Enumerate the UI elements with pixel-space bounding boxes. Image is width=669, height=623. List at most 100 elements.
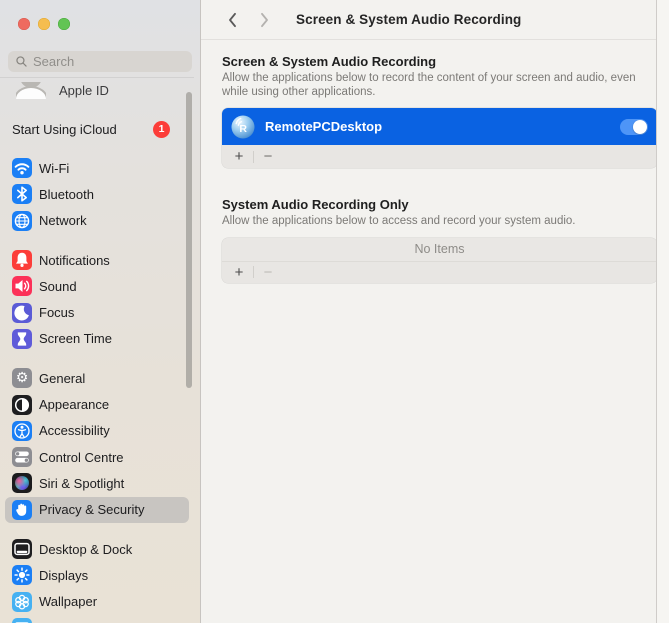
bell-icon [12, 250, 32, 270]
sidebar-item-label: Desktop & Dock [39, 542, 132, 557]
remove-app-button: − [257, 261, 279, 283]
hourglass-icon [12, 329, 32, 349]
wifi-icon [12, 158, 32, 178]
sidebar-item-label: Appearance [39, 397, 109, 412]
navigation-header: Screen & System Audio Recording [201, 0, 656, 40]
add-app-button[interactable]: + [228, 145, 250, 168]
notification-badge: 1 [153, 121, 170, 138]
sidebar-item-screen-time[interactable]: Screen Time [5, 326, 189, 352]
toggles-icon [12, 447, 32, 467]
globe-icon [12, 211, 32, 231]
search-input[interactable]: Search [8, 51, 192, 72]
empty-state-row: No Items [222, 238, 657, 262]
gear-icon: ⚙ [12, 368, 32, 388]
sidebar-item-general[interactable]: ⚙ General [5, 365, 189, 391]
screen-recording-toggle[interactable] [620, 119, 648, 135]
sidebar-item-accessibility[interactable]: Accessibility [5, 418, 189, 444]
section-system-audio: System Audio Recording Only Allow the ap… [222, 197, 656, 283]
search-placeholder: Search [33, 54, 74, 69]
dock-icon [12, 539, 32, 559]
sidebar-item-label: Network [39, 213, 87, 228]
sidebar-group: Desktop & Dock Displays Wallpaper Screen Sa… [0, 536, 194, 623]
sidebar-item-bluetooth[interactable]: Bluetooth [5, 181, 189, 207]
search-icon [15, 55, 28, 68]
minimize-window-button[interactable] [38, 18, 50, 30]
sidebar-item-focus[interactable]: Focus [5, 299, 189, 325]
sidebar-item-label: Sound [39, 279, 77, 294]
avatar [16, 82, 46, 99]
sidebar-item-label: Notifications [39, 253, 110, 268]
remotepcdesktop-app-icon: R [230, 114, 256, 140]
section-description: Allow the applications below to access a… [222, 215, 652, 229]
main-pane: Screen & System Audio Recording Screen &… [201, 0, 656, 623]
section-description: Allow the applications below to record t… [222, 72, 652, 99]
sidebar-item-control-centre[interactable]: Control Centre [5, 444, 189, 470]
list-footer: + − [222, 262, 657, 283]
contrast-icon [12, 395, 32, 415]
section-heading: System Audio Recording Only [222, 197, 656, 212]
sidebar-scrollbar[interactable] [186, 92, 192, 388]
chevron-left-icon [227, 11, 238, 29]
window-controls [18, 18, 70, 30]
sidebar-group: ⚙ General Appearance Accessibility Control C… [0, 365, 194, 523]
sidebar-item-wallpaper[interactable]: Wallpaper [5, 588, 189, 614]
icloud-label: Start Using iCloud [12, 122, 117, 137]
sidebar-item-label: Bluetooth [39, 187, 94, 202]
add-app-button[interactable]: + [228, 261, 250, 283]
remove-app-button[interactable]: − [257, 145, 279, 168]
brightness-icon [12, 565, 32, 585]
sidebar-item-network[interactable]: Network [5, 208, 189, 234]
sidebar-item-label: Displays [39, 568, 88, 583]
apple-id-label: Apple ID [59, 83, 109, 98]
sidebar-group: Wi-Fi Bluetooth Network [0, 155, 194, 234]
sidebar-item-wifi[interactable]: Wi-Fi [5, 155, 189, 181]
sidebar-item-label: Wi-Fi [39, 161, 69, 176]
section-screen-recording: Screen & System Audio Recording Allow th… [222, 54, 656, 168]
content-scrollbar-gutter [656, 0, 669, 623]
sidebar-item-label: Accessibility [39, 423, 110, 438]
sidebar-item-label: Control Centre [39, 450, 124, 465]
zoom-window-button[interactable] [58, 18, 70, 30]
app-row-remotepcdesktop[interactable]: R RemotePCDesktop [222, 108, 657, 145]
sidebar-item-label: Siri & Spotlight [39, 476, 124, 491]
sidebar: Search Apple ID Start Using iCloud 1 Wi-… [0, 0, 201, 623]
flower-icon [12, 592, 32, 612]
siri-icon [12, 473, 32, 493]
sidebar-item-start-using-icloud[interactable]: Start Using iCloud 1 [12, 116, 182, 142]
back-button[interactable] [221, 8, 243, 32]
screen-recording-app-list: R RemotePCDesktop + − [222, 108, 657, 168]
hand-icon [12, 500, 32, 520]
sidebar-item-desktop-dock[interactable]: Desktop & Dock [5, 536, 189, 562]
sidebar-item-privacy[interactable]: Privacy & Security [5, 497, 189, 523]
sidebar-scroll-area[interactable]: Apple ID Start Using iCloud 1 Wi-Fi Bluet… [0, 77, 194, 623]
speaker-icon [12, 276, 32, 296]
accessibility-icon [12, 421, 32, 441]
sidebar-item-label: Wallpaper [39, 594, 97, 609]
list-footer: + − [222, 145, 657, 168]
sidebar-item-label: Privacy & Security [39, 502, 144, 517]
sidebar-item-appearance[interactable]: Appearance [5, 391, 189, 417]
sidebar-item-screen-saver[interactable]: Screen Saver [5, 615, 189, 623]
app-name: RemotePCDesktop [265, 119, 620, 134]
page-title: Screen & System Audio Recording [296, 12, 521, 27]
chevron-right-icon [259, 11, 270, 29]
footer-divider [253, 151, 254, 163]
sidebar-item-label: Screen Time [39, 331, 112, 346]
sidebar-item-sound[interactable]: Sound [5, 273, 189, 299]
sidebar-item-label: General [39, 371, 85, 386]
footer-divider [253, 266, 254, 278]
bluetooth-icon [12, 184, 32, 204]
section-heading: Screen & System Audio Recording [222, 54, 656, 69]
sidebar-item-label: Focus [39, 305, 74, 320]
sidebar-item-apple-id[interactable]: Apple ID [16, 80, 194, 100]
forward-button[interactable] [253, 8, 275, 32]
svg-text:R: R [239, 123, 247, 135]
moon-icon [12, 303, 32, 323]
sidebar-item-displays[interactable]: Displays [5, 562, 189, 588]
close-window-button[interactable] [18, 18, 30, 30]
system-audio-app-list: No Items + − [222, 238, 657, 283]
sidebar-item-notifications[interactable]: Notifications [5, 247, 189, 273]
sidebar-group: Notifications Sound Focus Screen Time [0, 247, 194, 352]
screensaver-icon [12, 618, 32, 623]
sidebar-item-siri[interactable]: Siri & Spotlight [5, 470, 189, 496]
